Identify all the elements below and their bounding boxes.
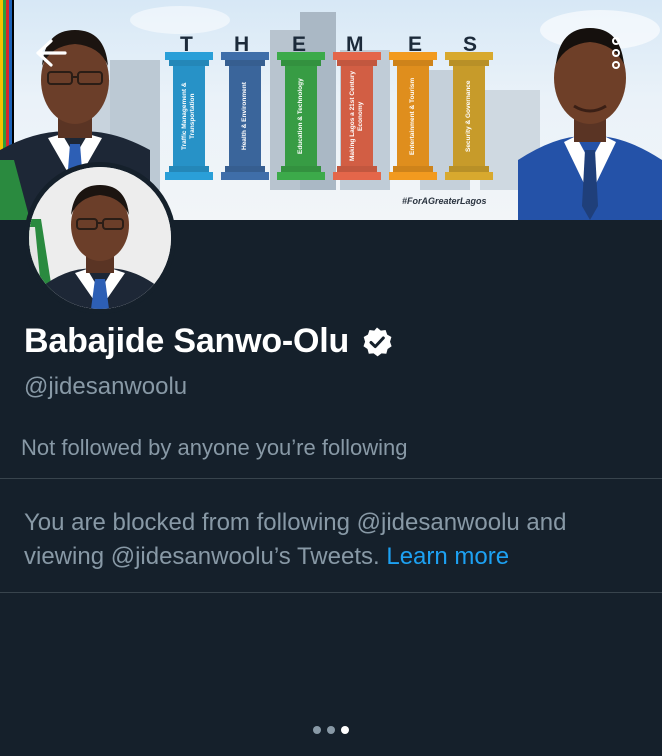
pillar-label: Security & Governance [465,80,472,152]
followers-you-know-note: Not followed by anyone you’re following [21,435,408,460]
pillar-label: Entertainment & Tourism [409,77,416,155]
more-vertical-icon [612,37,620,69]
theme-pillar: Entertainment & Tourism [389,52,437,184]
avatar-person-graphic [29,167,171,309]
blocked-message: You are blocked from following @jidesanw… [24,506,634,574]
theme-pillar: Traffic Management & Transportation [165,52,213,184]
display-name: Babajide Sanwo-Olu [24,322,350,360]
divider [0,592,662,593]
page-dot [313,726,321,734]
theme-pillar: Making Lagos a 21st Century Economy [333,52,381,184]
name-row: Babajide Sanwo-Olu [24,322,393,361]
arrow-left-icon [36,39,67,67]
profile-avatar[interactable] [24,162,176,314]
avatar-photo [29,167,171,309]
verified-badge-icon [363,327,392,356]
banner-hashtag: #ForAGreaterLagos [402,196,487,206]
back-button[interactable] [28,30,74,76]
pillar-label: Making Lagos a 21st Century Economy [349,71,364,161]
learn-more-link[interactable]: Learn more [386,543,509,570]
theme-pillar: Security & Governance [445,52,493,184]
divider [0,478,662,479]
pillar-label: Education & Technology [297,78,304,154]
theme-pillar: Health & Environment [221,52,269,184]
page-indicator [313,726,349,734]
pillar-label: Health & Environment [241,82,248,150]
more-options-button[interactable] [597,30,635,76]
page-dot-active [341,726,349,734]
profile-handle: @jidesanwoolu [24,373,188,400]
page-dot [327,726,335,734]
pillar-label: Traffic Management & Transportation [181,82,196,150]
theme-pillar: Education & Technology [277,52,325,184]
profile-screen: T H E M E S Traffic Management & Transpo… [0,0,662,756]
banner-person-right [518,28,662,220]
